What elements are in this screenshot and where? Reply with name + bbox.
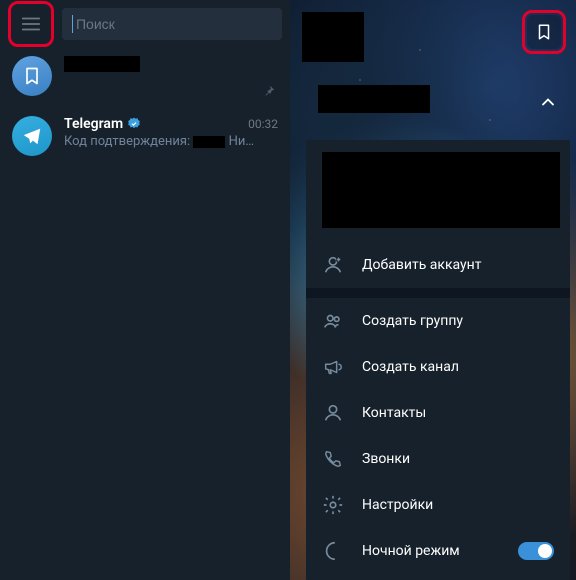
group-icon <box>322 310 344 332</box>
account-switcher-toggle[interactable] <box>538 92 558 112</box>
menu-label: Настройки <box>362 497 433 513</box>
megaphone-icon <box>322 356 344 378</box>
bookmark-icon <box>22 66 42 86</box>
chat-name: Telegram <box>64 116 141 132</box>
chat-name <box>64 56 140 72</box>
chat-item[interactable]: Telegram 00:32 Код подтверждения: Ни… <box>0 108 290 168</box>
profile-avatar[interactable] <box>302 12 364 62</box>
new-channel-button[interactable]: Создать канал <box>306 344 570 390</box>
contacts-button[interactable]: Контакты <box>306 390 570 436</box>
telegram-icon <box>21 125 43 147</box>
highlight-menu <box>8 1 54 47</box>
topbar <box>0 0 290 48</box>
hamburger-icon <box>20 13 42 35</box>
app-name-footer: Telegram Desktop <box>306 574 570 580</box>
menu-label: Создать канал <box>362 359 459 375</box>
account-block <box>306 140 570 242</box>
verified-icon <box>127 117 141 131</box>
menu-label: Добавить аккаунт <box>362 257 481 273</box>
main-menu-button[interactable] <box>13 6 49 42</box>
chat-list-pane: Telegram 00:32 Код подтверждения: Ни… <box>0 0 290 580</box>
divider <box>306 288 570 298</box>
chat-item[interactable] <box>0 48 290 108</box>
text-cursor <box>72 15 73 33</box>
moon-icon <box>322 540 344 562</box>
pin-icon <box>262 84 276 98</box>
night-mode-toggle[interactable]: Ночной режим <box>306 528 570 574</box>
current-account[interactable] <box>322 152 560 228</box>
search-input[interactable] <box>76 16 272 32</box>
avatar <box>12 116 52 156</box>
search-box[interactable] <box>62 8 282 40</box>
profile-header <box>290 0 576 130</box>
chat-time: 00:32 <box>248 117 278 131</box>
profile-name <box>318 85 430 113</box>
add-person-icon <box>322 254 344 276</box>
chat-list: Telegram 00:32 Код подтверждения: Ни… <box>0 48 290 168</box>
person-icon <box>322 402 344 424</box>
menu-panel: Добавить аккаунт Создать группу Создать … <box>306 140 570 580</box>
menu-label: Контакты <box>362 405 426 421</box>
phone-icon <box>322 448 344 470</box>
menu-label: Создать группу <box>362 313 463 329</box>
bookmark-icon <box>535 23 553 41</box>
highlight-saved <box>522 10 566 54</box>
gear-icon <box>322 494 344 516</box>
saved-messages-button[interactable] <box>527 15 561 49</box>
calls-button[interactable]: Звонки <box>306 436 570 482</box>
new-group-button[interactable]: Создать группу <box>306 298 570 344</box>
menu-label: Ночной режим <box>362 543 460 559</box>
menu-drawer-pane: Добавить аккаунт Создать группу Создать … <box>290 0 576 580</box>
toggle-switch[interactable] <box>518 542 554 560</box>
avatar <box>12 56 52 96</box>
chevron-up-icon <box>538 92 558 112</box>
settings-button[interactable]: Настройки <box>306 482 570 528</box>
chat-preview: Код подтверждения: Ни… <box>64 134 278 149</box>
menu-label: Звонки <box>362 451 410 467</box>
add-account-button[interactable]: Добавить аккаунт <box>306 242 570 288</box>
